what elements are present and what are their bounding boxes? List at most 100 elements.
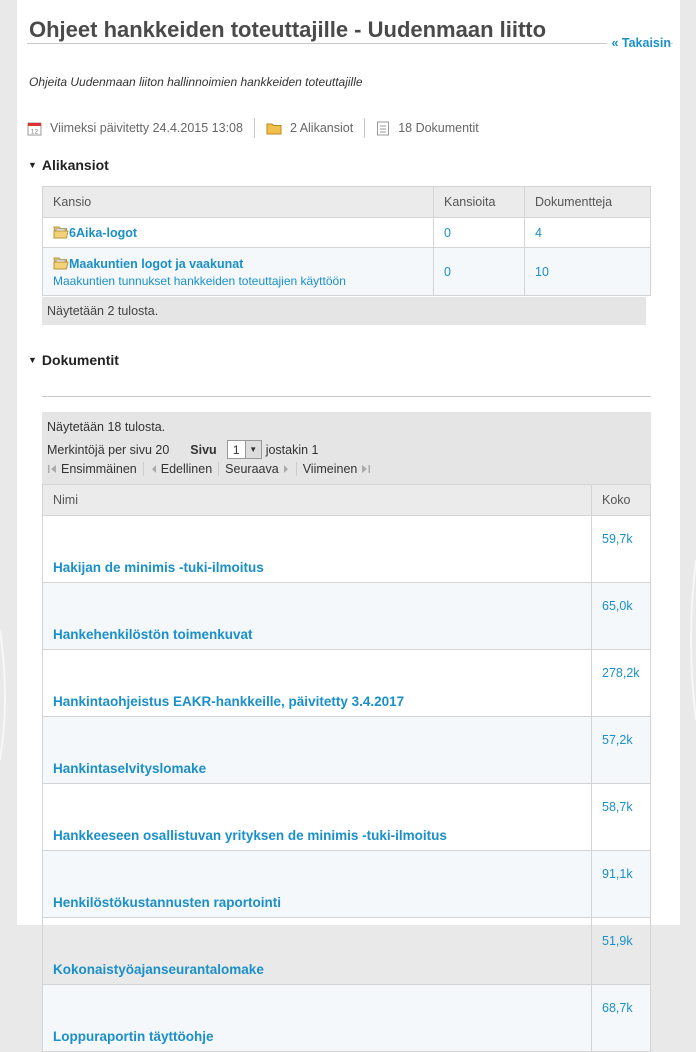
table-row: Kokonaistyöajanseurantalomake 51,9k bbox=[42, 917, 651, 985]
document-link[interactable]: Kokonaistyöajanseurantalomake bbox=[53, 962, 264, 977]
document-link[interactable]: Hankkeeseen osallistuvan yrityksen de mi… bbox=[53, 828, 447, 843]
subfolders-toggle[interactable]: ▼ Alikansiot bbox=[28, 157, 109, 173]
collapse-triangle-icon: ▼ bbox=[28, 355, 37, 365]
documents-toggle[interactable]: ▼ Dokumentit bbox=[28, 352, 119, 368]
table-header-row: Kansio Kansioita Dokumentteja bbox=[42, 186, 651, 218]
document-size-cell: 91,1k bbox=[591, 850, 651, 918]
folder-count-cell: 0 bbox=[433, 247, 525, 296]
folder-cell: Maakuntien logot ja vaakunat Maakuntien … bbox=[42, 247, 434, 296]
meta-updated-text: Viimeksi päivitetty 24.4.2015 13:08 bbox=[50, 121, 243, 135]
document-count-cell: 10 bbox=[524, 247, 651, 296]
document-link[interactable]: Hakijan de minimis -tuki-ilmoitus bbox=[53, 560, 264, 575]
first-page-icon bbox=[48, 465, 56, 473]
document-size[interactable]: 57,2k bbox=[602, 733, 633, 747]
document-size[interactable]: 59,7k bbox=[602, 532, 633, 546]
folder-description[interactable]: Maakuntien tunnukset hankkeiden toteutta… bbox=[53, 274, 423, 288]
back-link[interactable]: « Takaisin bbox=[607, 36, 671, 50]
document-name-cell: Henkilöstökustannusten raportointi bbox=[42, 850, 592, 918]
table-row: 6Aika-logot 0 4 bbox=[42, 217, 651, 248]
table-row: Hankkeeseen osallistuvan yrityksen de mi… bbox=[42, 783, 651, 851]
last-page-button[interactable]: Viimeinen bbox=[303, 462, 372, 476]
meta-documents: 18 Dokumentit bbox=[376, 121, 479, 136]
document-size-cell: 65,0k bbox=[591, 582, 651, 650]
document-count-link[interactable]: 10 bbox=[535, 265, 549, 279]
document-name-cell: Hankintaselvityslomake bbox=[42, 716, 592, 784]
column-header-document-count[interactable]: Dokumentteja bbox=[524, 186, 651, 218]
document-link[interactable]: Loppuraportin täyttöohje bbox=[53, 1029, 213, 1044]
column-header-folder-count[interactable]: Kansioita bbox=[433, 186, 525, 218]
subfolders-result-count: Näytetään 2 tulosta. bbox=[42, 297, 646, 325]
folder-open-icon bbox=[53, 226, 69, 239]
folder-name: Maakuntien logot ja vaakunat bbox=[69, 256, 244, 271]
previous-page-label: Edellinen bbox=[160, 462, 213, 476]
page-select-value: 1 bbox=[232, 442, 240, 457]
nav-separator bbox=[218, 462, 220, 476]
folder-count-cell: 0 bbox=[433, 217, 525, 248]
document-link[interactable]: Henkilöstökustannusten raportointi bbox=[53, 895, 281, 910]
meta-subfolders: 2 Alikansiot bbox=[266, 121, 353, 135]
last-page-icon bbox=[362, 465, 371, 473]
page-title: Ohjeet hankkeiden toteuttajille - Uudenm… bbox=[29, 17, 547, 42]
documents-table: Nimi Koko Hakijan de minimis -tuki-ilmoi… bbox=[42, 484, 651, 1052]
column-header-size[interactable]: Koko bbox=[591, 484, 651, 516]
nav-separator bbox=[142, 462, 144, 476]
previous-page-button[interactable]: Edellinen bbox=[150, 462, 212, 476]
document-name-cell: Kokonaistyöajanseurantalomake bbox=[42, 917, 592, 985]
document-size[interactable]: 51,9k bbox=[602, 934, 633, 948]
page-description: Ohjeita Uudenmaan liiton hallinnoimien h… bbox=[29, 75, 363, 89]
pagination-bar: Näytetään 18 tulosta. Merkintöjä per siv… bbox=[42, 412, 651, 484]
table-row: Hankehenkilöstön toimenkuvat 65,0k bbox=[42, 582, 651, 650]
meta-subfolders-text: 2 Alikansiot bbox=[289, 121, 354, 135]
page-label: Sivu bbox=[190, 442, 217, 457]
table-row: Loppuraportin täyttöohje 68,7k bbox=[42, 984, 651, 1052]
document-size[interactable]: 91,1k bbox=[602, 867, 633, 881]
document-count-cell: 4 bbox=[524, 217, 651, 248]
items-per-page[interactable]: Merkintöjä per sivu 20 bbox=[47, 443, 169, 457]
next-page-button[interactable]: Seuraava bbox=[225, 462, 290, 476]
folder-icon bbox=[266, 123, 282, 134]
table-row: Maakuntien logot ja vaakunat Maakuntien … bbox=[42, 247, 651, 296]
folder-link[interactable]: 6Aika-logot bbox=[53, 226, 137, 240]
subfolders-table: Kansio Kansioita Dokumentteja 6Aika-logo… bbox=[42, 186, 651, 296]
nav-separator bbox=[295, 462, 297, 476]
document-name-cell: Hankintaohjeistus EAKR-hankkeille, päivi… bbox=[42, 649, 592, 717]
document-size-cell: 59,7k bbox=[591, 515, 651, 583]
document-count-link[interactable]: 4 bbox=[535, 226, 542, 240]
document-name-cell: Hankkeeseen osallistuvan yrityksen de mi… bbox=[42, 783, 592, 851]
first-page-label: Ensimmäinen bbox=[61, 462, 137, 476]
page-of-total: jostakin 1 bbox=[265, 442, 319, 457]
table-row: Hankintaselvityslomake 57,2k bbox=[42, 716, 651, 784]
next-page-icon bbox=[283, 465, 288, 473]
document-size-cell: 68,7k bbox=[591, 984, 651, 1052]
documents-divider bbox=[42, 396, 651, 397]
first-page-button[interactable]: Ensimmäinen bbox=[47, 462, 137, 476]
document-icon bbox=[377, 121, 390, 135]
last-page-label: Viimeinen bbox=[302, 462, 358, 476]
meta-updated: 12 Viimeksi päivitetty 24.4.2015 13:08 bbox=[27, 121, 243, 136]
document-size[interactable]: 68,7k bbox=[602, 1001, 633, 1015]
document-link[interactable]: Hankehenkilöstön toimenkuvat bbox=[53, 627, 253, 642]
document-link[interactable]: Hankintaohjeistus EAKR-hankkeille, päivi… bbox=[53, 694, 404, 709]
document-size[interactable]: 58,7k bbox=[602, 800, 633, 814]
page-selector-row: Merkintöjä per sivu 20 Sivu 1 ▼ jostakin… bbox=[47, 440, 319, 459]
document-size-cell: 278,2k bbox=[591, 649, 651, 717]
document-size[interactable]: 278,2k bbox=[602, 666, 640, 680]
column-header-name[interactable]: Nimi bbox=[42, 484, 592, 516]
column-header-folder[interactable]: Kansio bbox=[42, 186, 434, 218]
document-name-cell: Hankehenkilöstön toimenkuvat bbox=[42, 582, 592, 650]
document-size-cell: 58,7k bbox=[591, 783, 651, 851]
folder-count-link[interactable]: 0 bbox=[444, 265, 451, 279]
table-row: Hankintaohjeistus EAKR-hankkeille, päivi… bbox=[42, 649, 651, 717]
page-select[interactable]: 1 ▼ bbox=[226, 440, 262, 459]
document-link[interactable]: Hankintaselvityslomake bbox=[53, 761, 206, 776]
next-page-label: Seuraava bbox=[225, 462, 279, 476]
folder-link[interactable]: Maakuntien logot ja vaakunat bbox=[53, 257, 243, 271]
table-header-row: Nimi Koko bbox=[42, 484, 651, 516]
folder-cell: 6Aika-logot bbox=[42, 217, 434, 248]
meta-separator bbox=[253, 118, 255, 138]
collapse-triangle-icon: ▼ bbox=[28, 160, 37, 170]
folder-count-link[interactable]: 0 bbox=[444, 226, 451, 240]
document-name-cell: Loppuraportin täyttöohje bbox=[42, 984, 592, 1052]
documents-result-count: Näytetään 18 tulosta. bbox=[47, 420, 166, 434]
document-size[interactable]: 65,0k bbox=[602, 599, 633, 613]
